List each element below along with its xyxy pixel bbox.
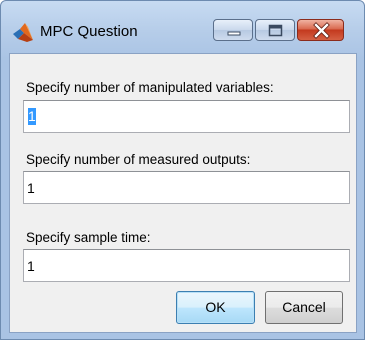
sample-time-input[interactable] [23, 249, 350, 282]
minimize-button[interactable] [213, 19, 253, 41]
manipulated-variables-value: 1 [28, 108, 36, 125]
cancel-button[interactable]: Cancel [265, 291, 343, 324]
dialog-body: Specify number of manipulated variables:… [9, 53, 357, 333]
manipulated-variables-input[interactable]: 1 [23, 100, 350, 133]
maximize-icon [268, 24, 283, 37]
ok-button[interactable]: OK [176, 291, 255, 324]
matlab-logo-icon [13, 23, 33, 42]
sample-time-label: Specify sample time: [26, 230, 151, 245]
close-button[interactable] [297, 19, 344, 41]
window-title: MPC Question [40, 23, 138, 40]
manipulated-variables-label: Specify number of manipulated variables: [26, 80, 274, 95]
mpc-question-dialog: MPC Question Specify number of manipulat… [0, 0, 365, 340]
minimize-icon [227, 31, 241, 36]
maximize-button[interactable] [255, 19, 295, 41]
close-icon [313, 22, 330, 39]
measured-outputs-input[interactable] [23, 171, 350, 204]
title-bar[interactable]: MPC Question [1, 1, 364, 53]
measured-outputs-label: Specify number of measured outputs: [26, 152, 251, 167]
